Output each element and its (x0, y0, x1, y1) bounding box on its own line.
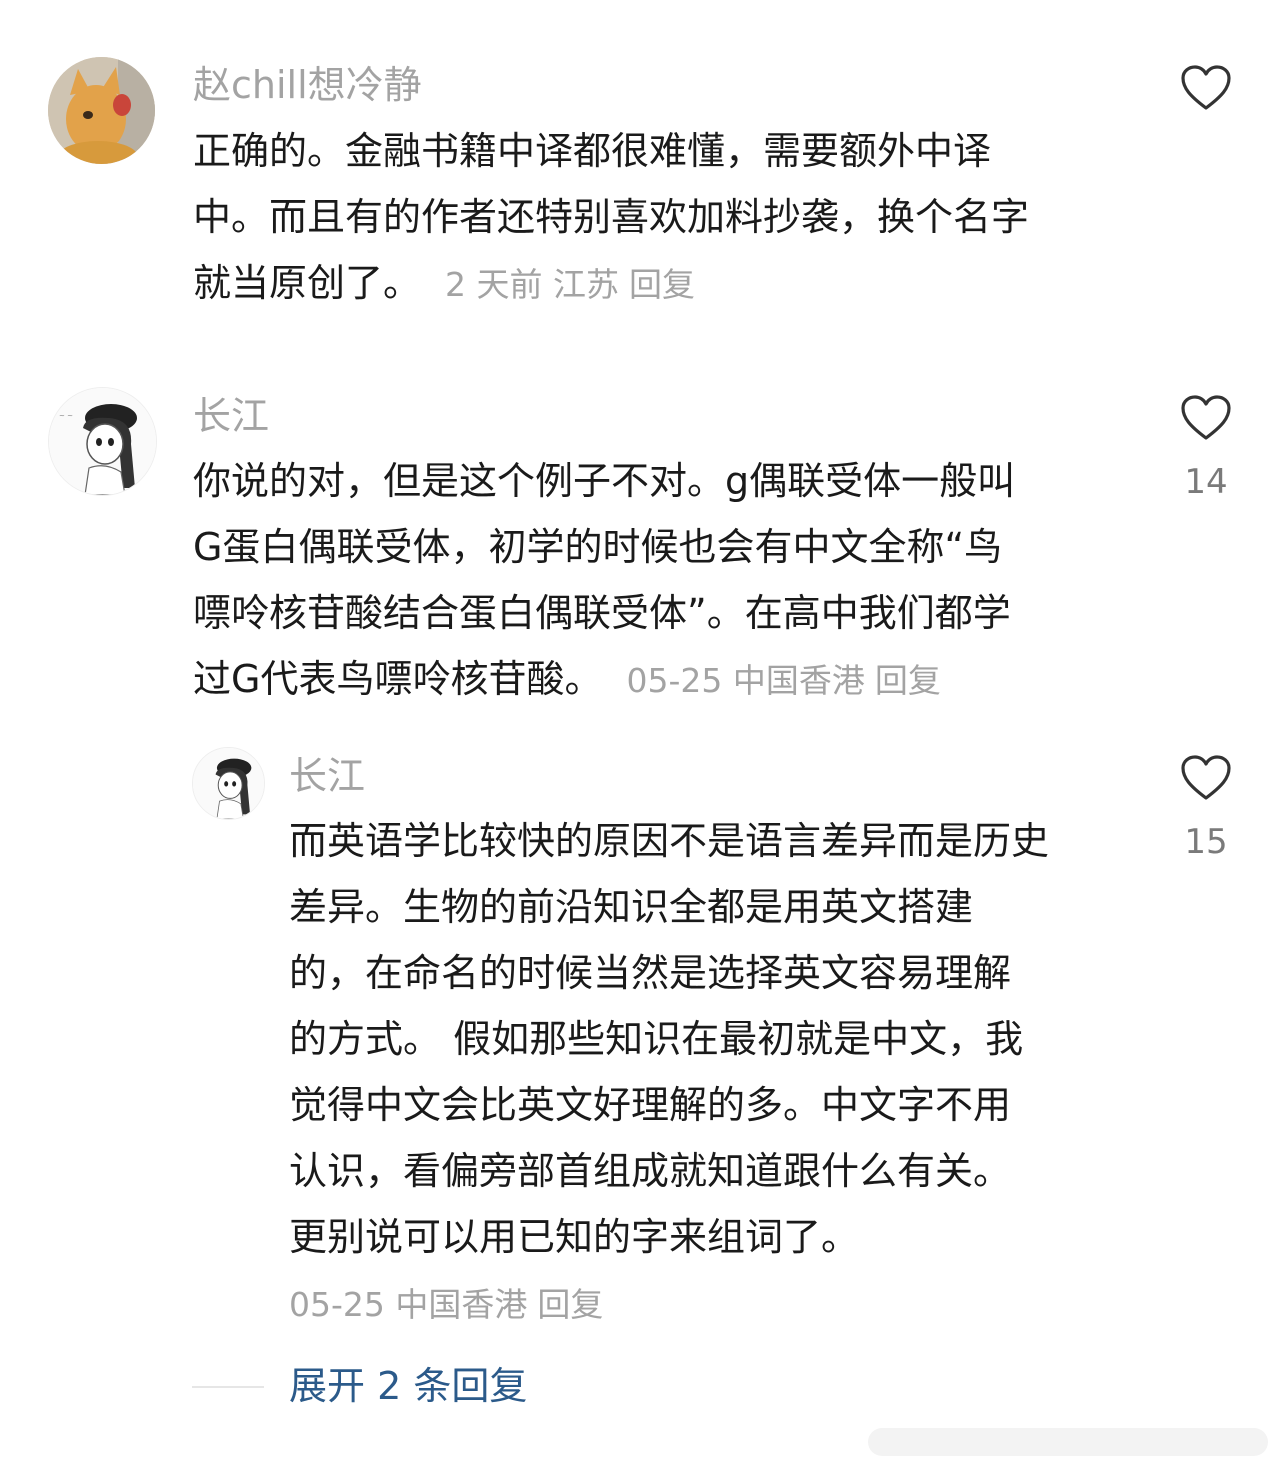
expand-replies-link[interactable]: 展开 2 条回复 (289, 1362, 527, 1410)
comment-text: 正确的。金融书籍中译都很难懂，需要额外中译 中。而且有的作者还特别喜欢加料抄袭，… (193, 118, 1029, 318)
reply-username[interactable]: 长江 (289, 752, 365, 800)
reply-line: 的方式。 假如那些知识在最初就是中文，我 (289, 1017, 1024, 1061)
reply-button[interactable]: 回复 (537, 1285, 603, 1324)
reply-button[interactable]: 回复 (875, 661, 941, 700)
avatar[interactable] (48, 57, 155, 164)
comment-line: 就当原创了。 2 天前 江苏 回复 (193, 250, 1029, 318)
like-count: 15 (1184, 822, 1228, 862)
reply-line: 的，在命名的时候当然是选择英文容易理解 (289, 951, 1012, 995)
comment-line: 过G代表鸟嘌呤核苷酸。 05-25 中国香港 回复 (193, 646, 1015, 714)
reply-line: 觉得中文会比英文好理解的多。中文字不用 (289, 1083, 1012, 1127)
comment-line-text: 过G代表鸟嘌呤核苷酸。 (193, 657, 603, 701)
comment-line: 你说的对，但是这个例子不对。g偶联受体一般叫 (193, 459, 1016, 503)
comment-line: 中。而且有的作者还特别喜欢加料抄袭，换个名字 (193, 195, 1030, 239)
like-heart-icon[interactable] (1180, 754, 1232, 802)
comment-time: 2 天前 (445, 265, 543, 304)
reply-meta: 05-25 中国香港 回复 (289, 1281, 603, 1329)
reply-text: 而英语学比较快的原因不是语言差异而是历史 差异。生物的前沿知识全都是用英文搭建 … (289, 808, 1049, 1270)
comment-meta: 05-25 中国香港 回复 (626, 661, 940, 700)
svg-text:~ ~: ~ ~ (59, 412, 73, 420)
comment-line: G蛋白偶联受体，初学的时候也会有中文全称“鸟 (193, 525, 1003, 569)
like-heart-icon[interactable] (1180, 394, 1232, 442)
avatar[interactable]: ~ ~ (48, 387, 157, 496)
reply-location: 中国香港 (395, 1285, 528, 1324)
comment-meta: 2 天前 江苏 回复 (445, 265, 695, 304)
reply-time: 05-25 (289, 1285, 385, 1324)
reply-button[interactable]: 回复 (629, 265, 695, 304)
reply-line: 而英语学比较快的原因不是语言差异而是历史 (289, 819, 1050, 863)
divider (192, 1386, 264, 1388)
comment-username[interactable]: 长江 (193, 392, 269, 440)
comment-time: 05-25 (626, 661, 723, 700)
like-count: 14 (1184, 462, 1228, 502)
comment-line: 正确的。金融书籍中译都很难懂，需要额外中译 (193, 129, 992, 173)
comment-location: 中国香港 (732, 661, 865, 700)
comment-location: 江苏 (553, 265, 620, 304)
comment-line-text: 就当原创了。 (193, 261, 422, 305)
reply-line: 差异。生物的前沿知识全都是用英文搭建 (289, 885, 974, 929)
like-heart-icon[interactable] (1180, 64, 1232, 112)
avatar[interactable] (192, 747, 265, 820)
comment-username[interactable]: 赵chill想冷静 (193, 61, 422, 109)
watermark-logo (868, 1428, 1268, 1456)
comment-text: 你说的对，但是这个例子不对。g偶联受体一般叫 G蛋白偶联受体，初学的时候也会有中… (193, 448, 1015, 714)
comment-line: 嘌呤核苷酸结合蛋白偶联受体”。在高中我们都学 (193, 591, 1011, 635)
reply-line: 更别说可以用已知的字来组词了。 (289, 1215, 860, 1259)
reply-line: 认识，看偏旁部首组成就知道跟什么有关。 (289, 1149, 1012, 1193)
